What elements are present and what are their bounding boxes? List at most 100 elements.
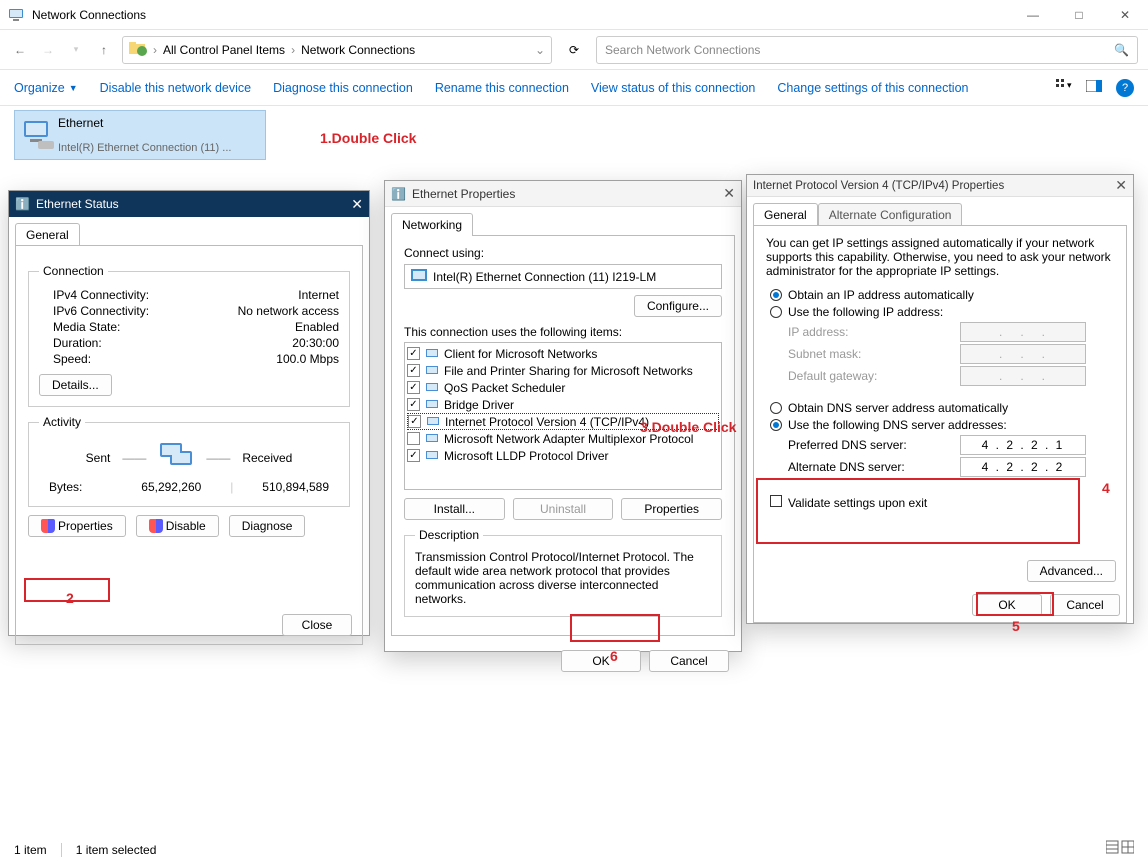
- label-gw: Default gateway:: [788, 369, 960, 383]
- component-icon: [424, 347, 440, 361]
- tab-general[interactable]: General: [15, 223, 80, 246]
- search-placeholder: Search Network Connections: [605, 43, 760, 57]
- back-button[interactable]: ←: [10, 40, 30, 60]
- title-bar: Network Connections — □ ✕: [0, 0, 1148, 30]
- recent-button[interactable]: ▾: [66, 40, 86, 60]
- nic-icon: [411, 269, 427, 284]
- details-button[interactable]: Details...: [39, 374, 112, 396]
- refresh-button[interactable]: ⟳: [560, 36, 588, 64]
- minimize-button[interactable]: —: [1010, 0, 1056, 30]
- chevron-right-icon: ›: [291, 43, 295, 57]
- label-dns2: Alternate DNS server:: [788, 460, 960, 474]
- value-media: Enabled: [295, 320, 339, 334]
- view-options-icon[interactable]: ▾: [1056, 79, 1072, 96]
- item-label: File and Printer Sharing for Microsoft N…: [444, 364, 693, 378]
- label-dns1: Preferred DNS server:: [788, 438, 960, 452]
- radio-icon: [770, 289, 782, 301]
- tab-general[interactable]: General: [753, 203, 818, 226]
- uninstall-button[interactable]: Uninstall: [513, 498, 614, 520]
- checkbox-icon[interactable]: ✓: [408, 415, 421, 428]
- cmd-rename[interactable]: Rename this connection: [435, 81, 569, 95]
- list-item[interactable]: ✓QoS Packet Scheduler: [407, 379, 719, 396]
- annotation-1: 1.Double Click: [320, 130, 416, 146]
- list-item[interactable]: ✓Microsoft LLDP Protocol Driver: [407, 447, 719, 464]
- label-sent: Sent: [86, 451, 111, 465]
- cmd-change-settings[interactable]: Change settings of this connection: [777, 81, 968, 95]
- shield-icon: [41, 519, 55, 533]
- input-alternate-dns[interactable]: 4 . 2 . 2 . 2: [960, 457, 1086, 477]
- install-button[interactable]: Install...: [404, 498, 505, 520]
- svg-text:▾: ▾: [1067, 80, 1072, 90]
- up-button[interactable]: ↑: [94, 40, 114, 60]
- dialog-title-bar[interactable]: ℹ️ Ethernet Status ✕: [9, 191, 369, 217]
- chevron-down-icon[interactable]: ⌄: [535, 43, 545, 57]
- close-button[interactable]: Close: [282, 614, 352, 636]
- tab-networking[interactable]: Networking: [391, 213, 473, 236]
- breadcrumb-item[interactable]: Network Connections: [301, 43, 415, 57]
- ok-button[interactable]: OK: [561, 650, 641, 672]
- list-item[interactable]: ✓ File and Printer Sharing for Microsoft …: [407, 362, 719, 379]
- annotation-highlight: [570, 614, 660, 642]
- close-button[interactable]: ✕: [1102, 0, 1148, 30]
- app-icon: [8, 7, 24, 23]
- diagnose-button[interactable]: Diagnose: [229, 515, 306, 537]
- adapter-name: Ethernet: [58, 116, 262, 130]
- address-bar[interactable]: › All Control Panel Items › Network Conn…: [122, 36, 552, 64]
- checkbox-icon[interactable]: ✓: [407, 449, 420, 462]
- checkbox-icon[interactable]: ✓: [407, 364, 420, 377]
- annotation-highlight: [976, 592, 1054, 616]
- help-icon[interactable]: ?: [1116, 79, 1134, 97]
- advanced-button[interactable]: Advanced...: [1027, 560, 1116, 582]
- cancel-button[interactable]: Cancel: [649, 650, 729, 672]
- radio-use-ip[interactable]: Use the following IP address:: [770, 305, 1114, 319]
- checkbox-icon[interactable]: ✓: [407, 381, 420, 394]
- tab-alt-config[interactable]: Alternate Configuration: [818, 203, 963, 226]
- list-item[interactable]: ✓ Client for Microsoft Networks: [407, 345, 719, 362]
- properties-button[interactable]: Properties: [28, 515, 126, 537]
- radio-obtain-dns-auto[interactable]: Obtain DNS server address automatically: [770, 401, 1114, 415]
- forward-button[interactable]: →: [38, 40, 58, 60]
- close-icon[interactable]: ✕: [1115, 177, 1127, 194]
- cmd-diagnose[interactable]: Diagnose this connection: [273, 81, 413, 95]
- adapter-status: [58, 130, 262, 142]
- activity-monitors-icon: [158, 441, 194, 474]
- connection-group: Connection IPv4 Connectivity:Internet IP…: [28, 264, 350, 407]
- item-properties-button[interactable]: Properties: [621, 498, 722, 520]
- details-view-icon[interactable]: [1106, 840, 1134, 857]
- dialog-title-bar[interactable]: Internet Protocol Version 4 (TCP/IPv4) P…: [747, 175, 1133, 197]
- configure-button[interactable]: Configure...: [634, 295, 722, 317]
- cmd-disable[interactable]: Disable this network device: [100, 81, 251, 95]
- value-bytes-sent: 65,292,260: [141, 480, 201, 494]
- checkbox-icon[interactable]: [407, 432, 420, 445]
- radio-use-dns[interactable]: Use the following DNS server addresses:: [770, 418, 1114, 432]
- preview-pane-icon[interactable]: [1086, 80, 1102, 95]
- organize-menu[interactable]: Organize ▼: [14, 81, 78, 95]
- disable-button[interactable]: Disable: [136, 515, 219, 537]
- input-subnet-mask: . . .: [960, 344, 1086, 364]
- close-icon[interactable]: ✕: [351, 196, 363, 213]
- input-ip-address: . . .: [960, 322, 1086, 342]
- cancel-button[interactable]: Cancel: [1050, 594, 1120, 616]
- dialog-title-bar[interactable]: ℹ️ Ethernet Properties ✕: [385, 181, 741, 207]
- checkbox-icon[interactable]: ✓: [407, 347, 420, 360]
- radio-obtain-ip-auto[interactable]: Obtain an IP address automatically: [770, 288, 1114, 302]
- items-list[interactable]: ✓ Client for Microsoft Networks ✓ File and …: [404, 342, 722, 490]
- dash-icon: ——: [206, 451, 230, 465]
- list-item[interactable]: ✓Bridge Driver: [407, 396, 719, 413]
- item-label: Internet Protocol Version 4 (TCP/IPv4): [445, 415, 649, 429]
- radio-icon: [770, 306, 782, 318]
- input-preferred-dns[interactable]: 4 . 2 . 2 . 1: [960, 435, 1086, 455]
- checkbox-icon[interactable]: ✓: [407, 398, 420, 411]
- value-bytes-recv: 510,894,589: [262, 480, 329, 494]
- description-group: Description Transmission Control Protoco…: [404, 528, 722, 617]
- info-icon: ℹ️: [15, 197, 30, 211]
- adapter-ethernet[interactable]: Ethernet Intel(R) Ethernet Connection (1…: [14, 110, 266, 160]
- maximize-button[interactable]: □: [1056, 0, 1102, 30]
- breadcrumb-item[interactable]: All Control Panel Items: [163, 43, 285, 57]
- label-ipv6: IPv6 Connectivity:: [53, 304, 149, 318]
- cmd-view-status[interactable]: View status of this connection: [591, 81, 755, 95]
- command-bar: Organize ▼ Disable this network device D…: [0, 70, 1148, 106]
- search-input[interactable]: Search Network Connections 🔍: [596, 36, 1138, 64]
- close-icon[interactable]: ✕: [723, 185, 735, 202]
- item-label: Client for Microsoft Networks: [444, 347, 597, 361]
